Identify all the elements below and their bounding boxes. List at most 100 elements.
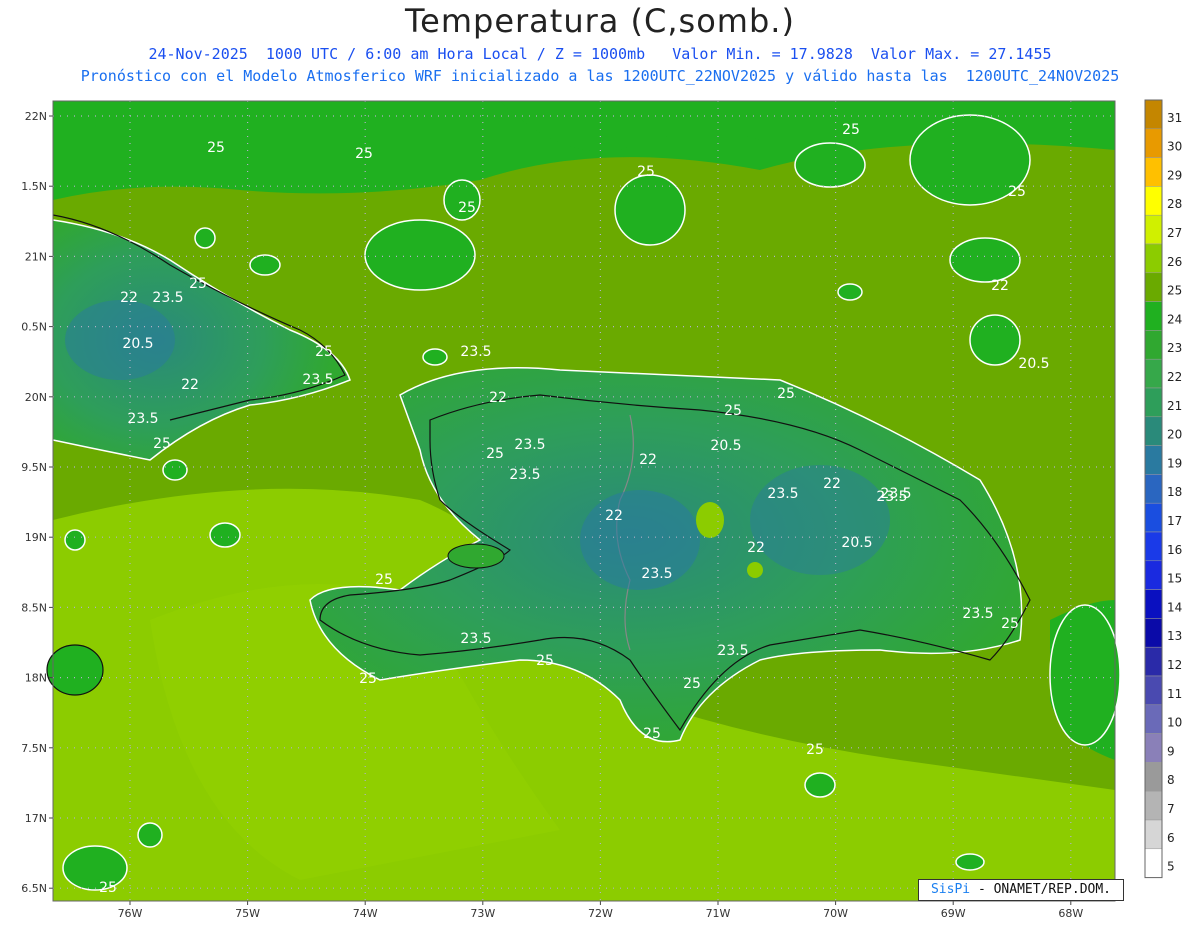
island-small-3 bbox=[162, 459, 188, 481]
island-small-6 bbox=[422, 348, 448, 366]
island-small-7 bbox=[194, 227, 216, 249]
warm-spot-lake bbox=[696, 502, 724, 538]
colorbar-label: 26 bbox=[1167, 255, 1182, 269]
colorbar-swatch bbox=[1144, 560, 1163, 590]
contour-label: 20.5 bbox=[841, 535, 872, 551]
colorbar-label: 17 bbox=[1167, 514, 1182, 528]
colorbar-label: 10 bbox=[1167, 716, 1182, 730]
lat-label: 22N bbox=[25, 110, 47, 123]
contour-label: 22 bbox=[639, 452, 657, 468]
contour-label: 25 bbox=[359, 671, 377, 687]
colorbar-label: 29 bbox=[1167, 168, 1182, 182]
contour-label: 25 bbox=[637, 164, 655, 180]
contour-label: 23.5 bbox=[962, 606, 993, 622]
colorbar-label: 25 bbox=[1167, 284, 1182, 298]
lon-label: 76W bbox=[118, 907, 143, 920]
island-navassa bbox=[46, 644, 104, 696]
contour-label: 23.5 bbox=[460, 344, 491, 360]
lat-label: 1.5N bbox=[21, 180, 47, 193]
colorbar: 31 30 29 28 27 26 25 24 23 22 21 20 19 18 17 16 15 14 13 12… bbox=[1144, 99, 1182, 879]
contour-label: 23.5 bbox=[460, 631, 491, 647]
colorbar-swatch bbox=[1144, 762, 1163, 792]
lon-label: 74W bbox=[353, 907, 378, 920]
contour-label: 23.5 bbox=[302, 372, 333, 388]
colorbar-swatch bbox=[1144, 589, 1163, 619]
cold-core-cuba bbox=[65, 300, 175, 380]
colorbar-swatch bbox=[1144, 790, 1163, 821]
colorbar-label: 11 bbox=[1167, 687, 1182, 701]
colorbar-swatch bbox=[1144, 704, 1163, 734]
contour-label: 23.5 bbox=[127, 411, 158, 427]
colorbar-swatch bbox=[1144, 819, 1163, 850]
colorbar-label: 24 bbox=[1167, 312, 1182, 326]
lon-label: 75W bbox=[235, 907, 260, 920]
colorbar-label: 22 bbox=[1167, 370, 1182, 384]
colorbar-swatch bbox=[1144, 99, 1163, 130]
contour-label: 25 bbox=[1008, 184, 1026, 200]
colorbar-label: 6 bbox=[1167, 831, 1175, 845]
lat-label: 6.5N bbox=[21, 882, 47, 895]
contour-label: 25 bbox=[153, 436, 171, 452]
contour-label: 22 bbox=[823, 476, 841, 492]
cold-core-haiti bbox=[580, 490, 700, 590]
island-small-2 bbox=[955, 853, 985, 871]
contour-label: 22 bbox=[747, 540, 765, 556]
colorbar-swatch bbox=[1144, 646, 1163, 677]
warm-spot-2 bbox=[747, 562, 763, 578]
island-beata bbox=[804, 772, 836, 798]
contour-label: 25 bbox=[189, 276, 207, 292]
contour-label: 23.5 bbox=[876, 489, 907, 505]
lon-label: 68W bbox=[1058, 907, 1083, 920]
contour-label: 23.5 bbox=[509, 467, 540, 483]
contour-label: 22 bbox=[991, 278, 1009, 294]
colorbar-swatch bbox=[1144, 214, 1163, 245]
colorbar-swatch bbox=[1144, 330, 1163, 360]
contour-label: 25 bbox=[1001, 616, 1019, 632]
contour-label: 23.5 bbox=[717, 643, 748, 659]
island-small-1 bbox=[837, 283, 863, 301]
colorbar-swatch bbox=[1144, 733, 1163, 763]
contour-label: 25 bbox=[724, 403, 742, 419]
lat-label: 20N bbox=[25, 391, 47, 404]
colorbar-label: 19 bbox=[1167, 456, 1182, 470]
contour-label: 25 bbox=[536, 653, 554, 669]
contour-label: 20.5 bbox=[710, 438, 741, 454]
lat-label: 21N bbox=[25, 250, 47, 263]
contour-label: 25 bbox=[315, 344, 333, 360]
contour-label: 25 bbox=[355, 146, 373, 162]
lat-label: 18N bbox=[25, 672, 47, 685]
island-navidad bbox=[969, 314, 1021, 366]
lat-label: 0.5N bbox=[21, 321, 47, 334]
colorbar-label: 16 bbox=[1167, 543, 1182, 557]
colorbar-label: 20 bbox=[1167, 428, 1182, 442]
contour-label: 23.5 bbox=[152, 290, 183, 306]
colorbar-swatch bbox=[1144, 272, 1163, 302]
colorbar-swatch bbox=[1144, 675, 1163, 706]
island-small-8 bbox=[249, 254, 281, 276]
colorbar-label: 18 bbox=[1167, 485, 1182, 499]
lon-label: 73W bbox=[470, 907, 495, 920]
lon-label: 72W bbox=[588, 907, 613, 920]
colorbar-swatch bbox=[1144, 531, 1163, 562]
colorbar-swatch bbox=[1144, 186, 1163, 216]
temperature-map: 25 25 25 25 25 25 22 23.5 20.5 22 23.5 25 23.5 25 25 23… bbox=[21, 99, 1182, 920]
colorbar-label: 8 bbox=[1167, 773, 1175, 787]
island-jamaica bbox=[62, 845, 128, 891]
island-silver-bank bbox=[949, 237, 1021, 283]
colorbar-label: 13 bbox=[1167, 629, 1182, 643]
colorbar-label: 28 bbox=[1167, 197, 1182, 211]
credit-text: - ONAMET/REP.DOM. bbox=[977, 882, 1112, 897]
colorbar-swatch bbox=[1144, 618, 1163, 648]
contour-label: 22 bbox=[120, 290, 138, 306]
gonave-island bbox=[447, 543, 505, 569]
colorbar-label: 7 bbox=[1167, 802, 1175, 816]
colorbar-label: 14 bbox=[1167, 600, 1182, 614]
colorbar-label: 23 bbox=[1167, 341, 1182, 355]
colorbar-label: 9 bbox=[1167, 744, 1175, 758]
contour-label: 22 bbox=[181, 377, 199, 393]
contour-label: 25 bbox=[777, 386, 795, 402]
contour-label: 25 bbox=[842, 122, 860, 138]
contour-label: 25 bbox=[207, 140, 225, 156]
contour-label: 25 bbox=[99, 880, 117, 896]
contour-label: 23.5 bbox=[641, 566, 672, 582]
